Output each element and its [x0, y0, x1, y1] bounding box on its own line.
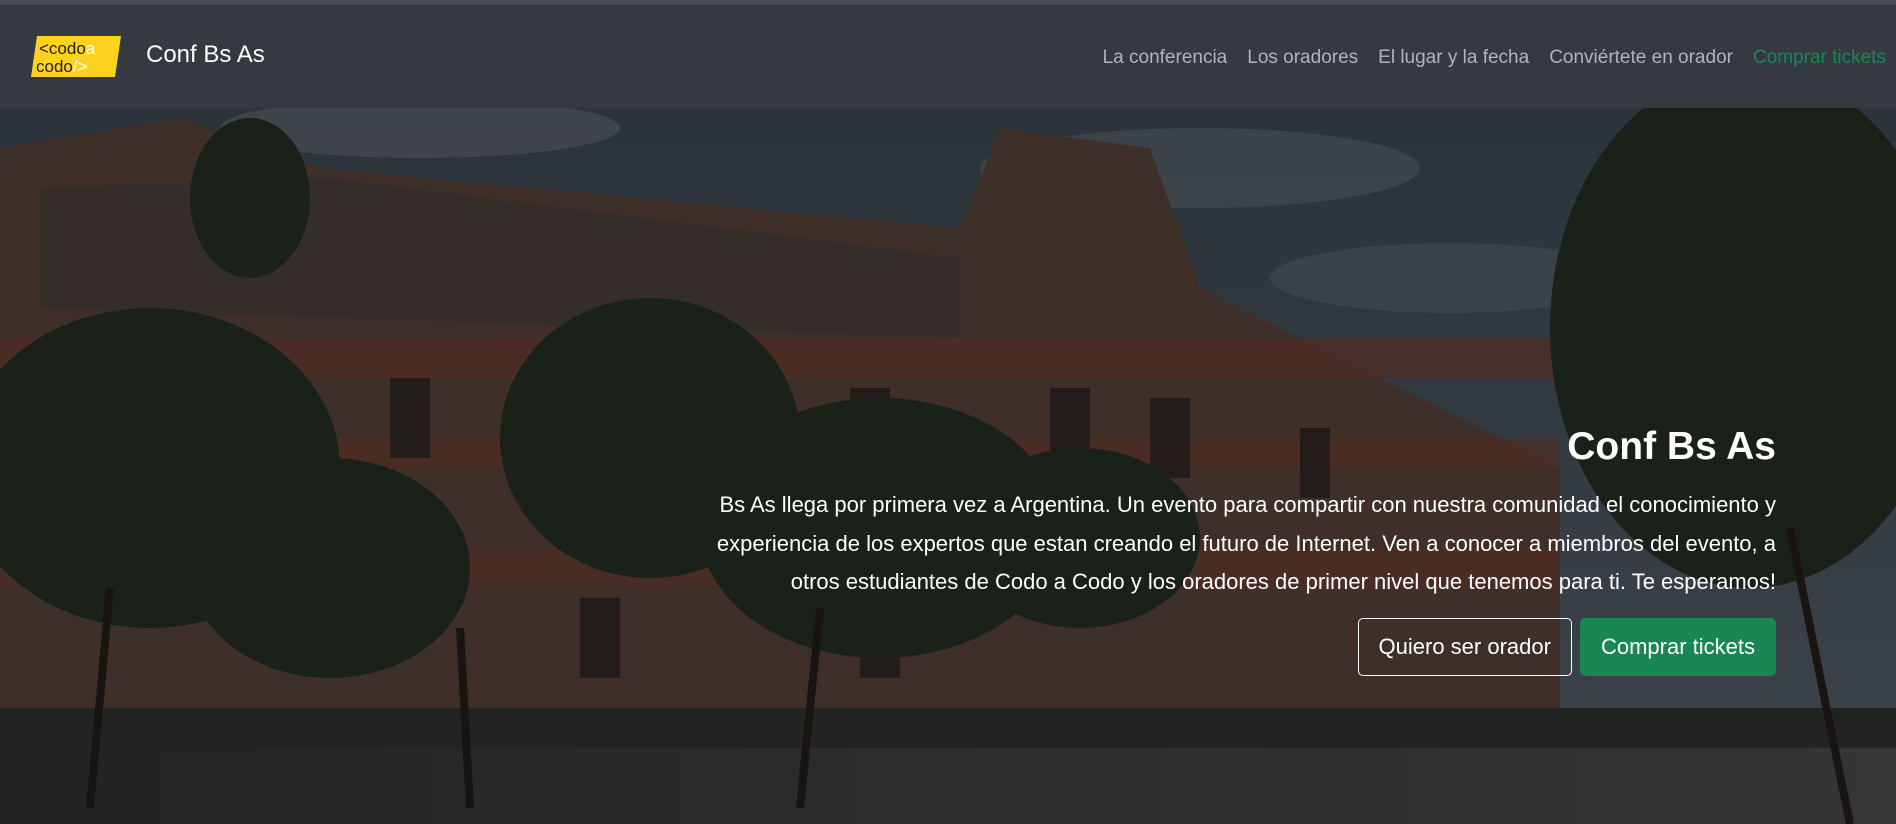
hero-description: Bs As llega por primera vez a Argentina.… — [716, 492, 1776, 594]
logo-line2-accent: /> — [73, 57, 88, 76]
hero-buttons: Quiero ser orador Comprar tickets — [676, 617, 1776, 676]
nav-link-comprar-tickets[interactable]: Comprar tickets — [1753, 47, 1886, 69]
quiero-ser-orador-button[interactable]: Quiero ser orador — [1357, 617, 1572, 676]
logo-line2: codo — [36, 57, 73, 76]
nav-link-lugar-fecha[interactable]: El lugar y la fecha — [1378, 47, 1529, 69]
nav-link-convertirse-orador[interactable]: Conviértete en orador — [1549, 47, 1733, 69]
nav-links: La conferencia Los oradores El lugar y l… — [1103, 47, 1886, 69]
svg-text:codo/>: codo/> — [36, 57, 88, 76]
brand-name[interactable]: Conf Bs As — [146, 41, 265, 69]
navbar: <codoa codo/> Conf Bs As La conferencia … — [0, 5, 1896, 108]
hero-content: Conf Bs As Bs As llega por primera vez a… — [676, 424, 1776, 676]
svg-text:<codoa: <codoa — [39, 39, 96, 58]
logo-line1-accent: a — [86, 39, 96, 58]
nav-link-oradores[interactable]: Los oradores — [1247, 47, 1358, 69]
nav-link-conferencia[interactable]: La conferencia — [1103, 47, 1228, 69]
hero-section: Conf Bs As Bs As llega por primera vez a… — [0, 108, 1896, 824]
codo-a-codo-logo[interactable]: <codoa codo/> — [31, 36, 121, 77]
comprar-tickets-button[interactable]: Comprar tickets — [1579, 617, 1776, 676]
hero-title: Conf Bs As — [1567, 425, 1776, 468]
logo-line1: <codo — [39, 39, 86, 58]
